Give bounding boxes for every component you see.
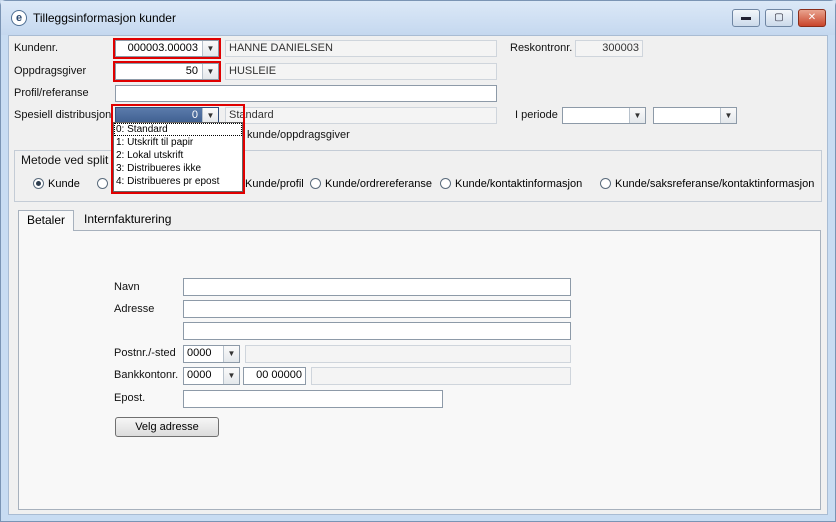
reskontro-label: Reskontronr. [510, 42, 573, 54]
radio-label: Kunde/ordrereferanse [325, 178, 433, 190]
epost-input[interactable] [183, 390, 443, 408]
velg-adresse-button[interactable]: Velg adresse [115, 417, 219, 437]
radio-kunde-ordrereferanse[interactable]: Kunde/ordrereferanse [310, 177, 432, 191]
app-icon: e [11, 10, 27, 26]
radio-dot-icon [440, 178, 451, 189]
window-title: Tilleggsinformasjon kunder [33, 11, 176, 25]
minimize-button[interactable]: ▬ [732, 9, 760, 27]
oppdragsgiver-name-field: HUSLEIE [225, 63, 497, 80]
reskontro-field: 300003 [575, 40, 643, 57]
radio-dot-icon [600, 178, 611, 189]
periode-from-combo[interactable]: ▼ [562, 107, 646, 124]
checkbox-caption: kunde/oppdragsgiver [247, 129, 350, 141]
radio-label: Kunde/saksreferanse/kontaktinformasjon [615, 178, 815, 190]
chevron-down-icon[interactable]: ▼ [223, 346, 239, 362]
radio-kunde-saksreferanse[interactable]: Kunde/saksreferanse/kontaktinformasjon [600, 177, 814, 191]
adresse-input-2[interactable] [183, 322, 571, 340]
title-bar[interactable]: e Tilleggsinformasjon kunder ▬ ▢ ✕ [1, 1, 835, 35]
periode-label: I periode [515, 109, 558, 121]
periode-to-combo[interactable]: ▼ [653, 107, 737, 124]
radio-label: Kunde [48, 178, 80, 190]
highlight-kundenr [113, 38, 221, 59]
kundenr-label: Kundenr. [14, 42, 59, 54]
betaler-panel: Navn Adresse Postnr./-sted 0000 ▼ Bankko… [18, 230, 821, 510]
postnr-label: Postnr./-sted [114, 347, 176, 359]
radio-dot-icon [33, 178, 44, 189]
adresse-input-1[interactable] [183, 300, 571, 318]
navn-input[interactable] [183, 278, 571, 296]
radio-kunde-kontaktinformasjon[interactable]: Kunde/kontaktinformasjon [440, 177, 582, 191]
chevron-down-icon[interactable]: ▼ [720, 108, 736, 123]
chevron-down-icon[interactable]: ▼ [223, 368, 239, 384]
radio-dot-icon [97, 178, 108, 189]
bankkonto-label: Bankkontonr. [114, 369, 179, 381]
form-area: Kundenr. 000003.00003 ▼ HANNE DANIELSEN … [8, 35, 828, 515]
radio-label: Kunde/profil [245, 178, 304, 190]
radio-dot-icon [310, 178, 321, 189]
radio-kunde-profil-label[interactable]: Kunde/profil [245, 177, 304, 191]
epost-label: Epost. [114, 392, 146, 404]
bankkonto-input[interactable]: 00 00000 [243, 367, 306, 385]
profil-label: Profil/referanse [14, 87, 89, 99]
distribusjon-text-field: Standard [225, 107, 497, 124]
bankkonto-combo[interactable]: 0000 ▼ [183, 367, 240, 385]
bankkonto-part1: 0000 [187, 369, 212, 381]
oppdragsgiver-label: Oppdragsgiver [14, 65, 87, 77]
radio-kunde-profil[interactable] [97, 177, 112, 191]
distribusjon-label: Spesiell distribusjon [14, 109, 112, 121]
navn-label: Navn [114, 281, 140, 293]
highlight-oppdragsgiver [113, 61, 221, 82]
adresse-label: Adresse [114, 303, 155, 315]
bank-name-field [311, 367, 571, 385]
profil-input[interactable] [115, 85, 497, 102]
tab-internfakturering[interactable]: Internfakturering [76, 210, 179, 231]
main-window: e Tilleggsinformasjon kunder ▬ ▢ ✕ Kunde… [0, 0, 836, 522]
split-title: Metode ved split [21, 153, 109, 167]
radio-kunde[interactable]: Kunde [33, 177, 80, 191]
postnr-combo[interactable]: 0000 ▼ [183, 345, 240, 363]
chevron-down-icon[interactable]: ▼ [629, 108, 645, 123]
highlight-distribusjon [111, 104, 245, 194]
maximize-button[interactable]: ▢ [765, 9, 793, 27]
poststed-field [245, 345, 571, 363]
close-button[interactable]: ✕ [798, 9, 826, 27]
tab-betaler[interactable]: Betaler [18, 210, 75, 231]
kunde-name-field: HANNE DANIELSEN [225, 40, 497, 57]
radio-label: Kunde/kontaktinformasjon [455, 178, 583, 190]
postnr-value: 0000 [187, 347, 212, 359]
